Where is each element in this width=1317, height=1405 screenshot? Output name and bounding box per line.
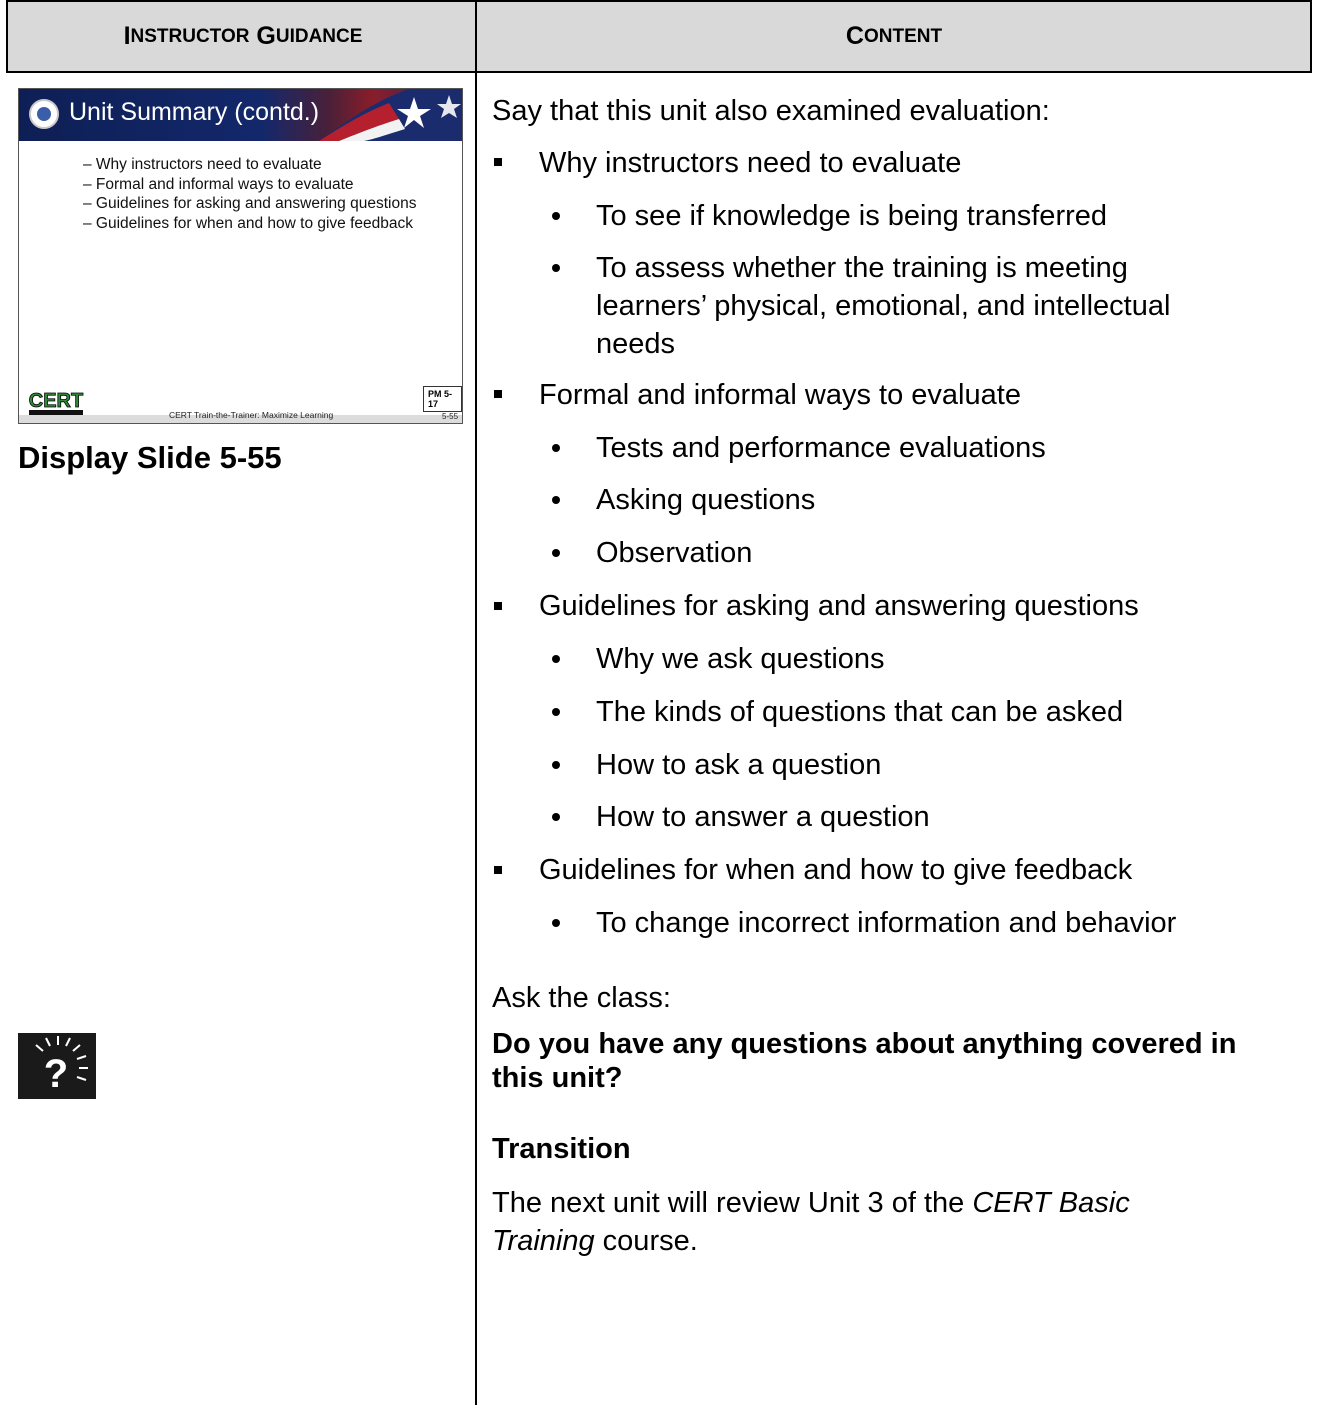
header-col1-rest2: UIDANCE [275, 25, 363, 47]
sub-list-item: Asking questions [596, 484, 816, 516]
header-col1-initial2: G [256, 22, 276, 50]
bullet-dot-icon [552, 212, 560, 220]
sub-list-item: To assess whether the training is meetin… [596, 252, 1171, 360]
bullet-dot-icon [552, 655, 560, 663]
transition-text-end: course. [594, 1225, 698, 1257]
bullet-dot-icon [552, 708, 560, 716]
slide-footer-caption: CERT Train-the-Trainer: Maximize Learnin… [169, 410, 334, 420]
column-divider [475, 73, 477, 1405]
sub-list-item: Tests and performance evaluations [596, 432, 1046, 464]
slide-title: Unit Summary (contd.) [69, 98, 320, 126]
list-item: Guidelines for when and how to give feed… [539, 854, 1133, 886]
sub-list-item: To see if knowledge is being transferred [596, 200, 1108, 232]
list-item: Why instructors need to evaluate [539, 147, 962, 179]
bullet-dot-icon [552, 444, 560, 452]
sub-list-item: The kinds of questions that can be asked [596, 696, 1124, 728]
bullet-dot-icon [552, 761, 560, 769]
pm-reference-badge: PM 5-17 [423, 386, 462, 412]
sub-list-item: To change incorrect information and beha… [596, 907, 1177, 939]
table-header: I NSTRUCTOR G UIDANCE C ONTENT [6, 0, 1312, 73]
slide-bullets: – Why instructors need to evaluate – For… [83, 155, 453, 233]
slide-thumbnail: Unit Summary (contd.) – Why instructors … [18, 88, 463, 424]
list-item: Guidelines for asking and answering ques… [539, 590, 1139, 622]
header-content: C ONTENT [478, 2, 1310, 71]
header-col1-rest: NSTRUCTOR [130, 25, 250, 47]
square-bullet-icon [494, 390, 502, 398]
slide-bullet: – Guidelines for when and how to give fe… [83, 214, 414, 232]
sub-list-item: How to ask a question [596, 749, 882, 781]
list-item: Formal and informal ways to evaluate [539, 379, 1021, 411]
square-bullet-icon [494, 158, 502, 166]
header-col2-rest: ONTENT [863, 25, 943, 47]
question-mark-icon: ? [18, 1033, 96, 1099]
sub-list-item: Observation [596, 537, 753, 569]
sub-list-item: How to answer a question [596, 801, 930, 833]
dhs-seal-icon [29, 99, 59, 129]
ask-class-text: Ask the class: [492, 982, 671, 1014]
bullet-dot-icon [552, 549, 560, 557]
header-col2-initial: C [845, 22, 864, 50]
bullet-dot-icon [552, 264, 560, 272]
slide-bullet: – Guidelines for asking and answering qu… [83, 195, 417, 212]
transition-heading: Transition [492, 1133, 631, 1165]
cert-logo-text: CERT [29, 390, 83, 412]
slide-number: 5-55 [442, 412, 459, 421]
flag-stars-icon [319, 89, 462, 141]
sub-list-item: Why we ask questions [596, 643, 885, 675]
intro-text: Say that this unit also examined evaluat… [492, 95, 1050, 127]
transition-text-start: The next unit will review Unit 3 of the [492, 1187, 973, 1219]
header-col1-initial: I [123, 22, 131, 50]
question-prompt: Do you have any questions about anything… [492, 1028, 1237, 1094]
svg-text:?: ? [44, 1052, 68, 1096]
header-instructor-guidance: I NSTRUCTOR G UIDANCE [8, 2, 478, 71]
header-divider [475, 0, 477, 73]
display-slide-label: Display Slide 5-55 [18, 440, 282, 475]
square-bullet-icon [494, 866, 502, 874]
square-bullet-icon [494, 602, 502, 610]
bullet-dot-icon [552, 813, 560, 821]
slide-bullet: – Why instructors need to evaluate [83, 156, 322, 173]
slide-bullet: – Formal and informal ways to evaluate [83, 175, 354, 193]
bullet-dot-icon [552, 496, 560, 504]
transition-text: The next unit will review Unit 3 of the … [492, 1184, 1232, 1260]
bullet-dot-icon [552, 919, 560, 927]
